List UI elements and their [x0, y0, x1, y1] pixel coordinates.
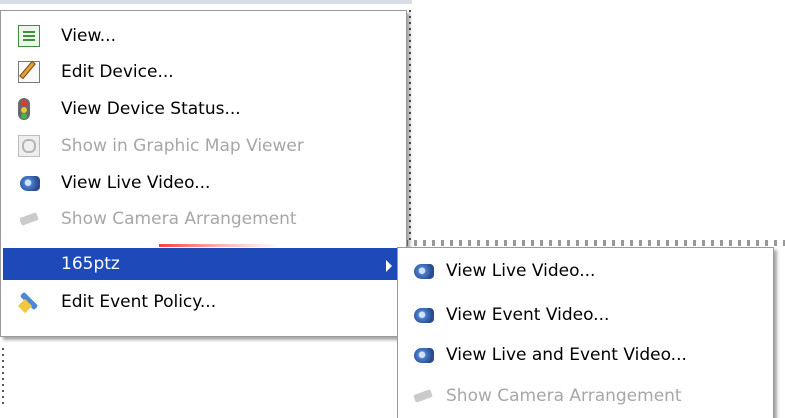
menu-item-label: View Live Video...	[61, 173, 211, 193]
background-window-strip	[0, 0, 412, 4]
background-dotted-line	[409, 10, 411, 240]
menu-item-edit-device[interactable]: Edit Device...	[3, 54, 404, 90]
context-submenu: View Live Video... View Event Video... V…	[397, 247, 774, 418]
menu-item-edit-event-policy[interactable]: Edit Event Policy...	[3, 284, 404, 320]
red-accent-underline	[159, 244, 279, 247]
submenu-item-view-live-and-event-video[interactable]: View Live and Event Video...	[400, 337, 771, 373]
camera-icon	[412, 305, 436, 325]
menu-item-show-camera-arrangement: Show Camera Arrangement	[3, 201, 404, 237]
menu-item-label: View Live and Event Video...	[446, 345, 687, 365]
menu-item-label: 165ptz	[61, 254, 120, 274]
menu-item-label: View Live Video...	[446, 261, 596, 281]
menu-item-label: Show Camera Arrangement	[446, 386, 682, 406]
menu-item-label: View Event Video...	[446, 305, 610, 325]
submenu-arrow-icon	[386, 260, 392, 272]
menu-item-165ptz[interactable]: 165ptz	[3, 248, 404, 280]
menu-item-label: Edit Event Policy...	[61, 292, 217, 312]
background-window-fragment	[405, 240, 785, 246]
submenu-item-view-live-video[interactable]: View Live Video...	[400, 253, 771, 289]
camera-arrangement-icon	[412, 387, 436, 405]
camera-icon	[412, 345, 436, 365]
menu-item-view-device-status[interactable]: View Device Status...	[3, 91, 404, 127]
menu-item-label: Show in Graphic Map Viewer	[61, 136, 304, 156]
menu-item-label: Show Camera Arrangement	[61, 209, 297, 229]
camera-icon	[18, 173, 42, 193]
submenu-item-show-camera-arrangement: Show Camera Arrangement	[400, 378, 771, 414]
menu-item-label: View...	[61, 26, 116, 46]
camera-icon	[412, 261, 436, 281]
traffic-light-icon	[18, 98, 30, 120]
view-list-icon	[18, 25, 40, 47]
menu-item-show-in-graphic-map-viewer: Show in Graphic Map Viewer	[3, 128, 404, 164]
menu-item-view[interactable]: View...	[3, 18, 404, 54]
camera-arrangement-icon	[18, 210, 42, 228]
menu-item-view-live-video[interactable]: View Live Video...	[3, 165, 404, 201]
submenu-item-view-event-video[interactable]: View Event Video...	[400, 297, 771, 333]
edit-device-icon	[18, 61, 40, 83]
context-menu: View... Edit Device... View Device Statu…	[0, 10, 407, 337]
background-dotted-line	[2, 348, 4, 408]
map-magnifier-icon	[18, 135, 40, 157]
menu-item-label: Edit Device...	[61, 62, 174, 82]
menu-item-label: View Device Status...	[61, 99, 241, 119]
event-policy-icon	[18, 291, 40, 313]
